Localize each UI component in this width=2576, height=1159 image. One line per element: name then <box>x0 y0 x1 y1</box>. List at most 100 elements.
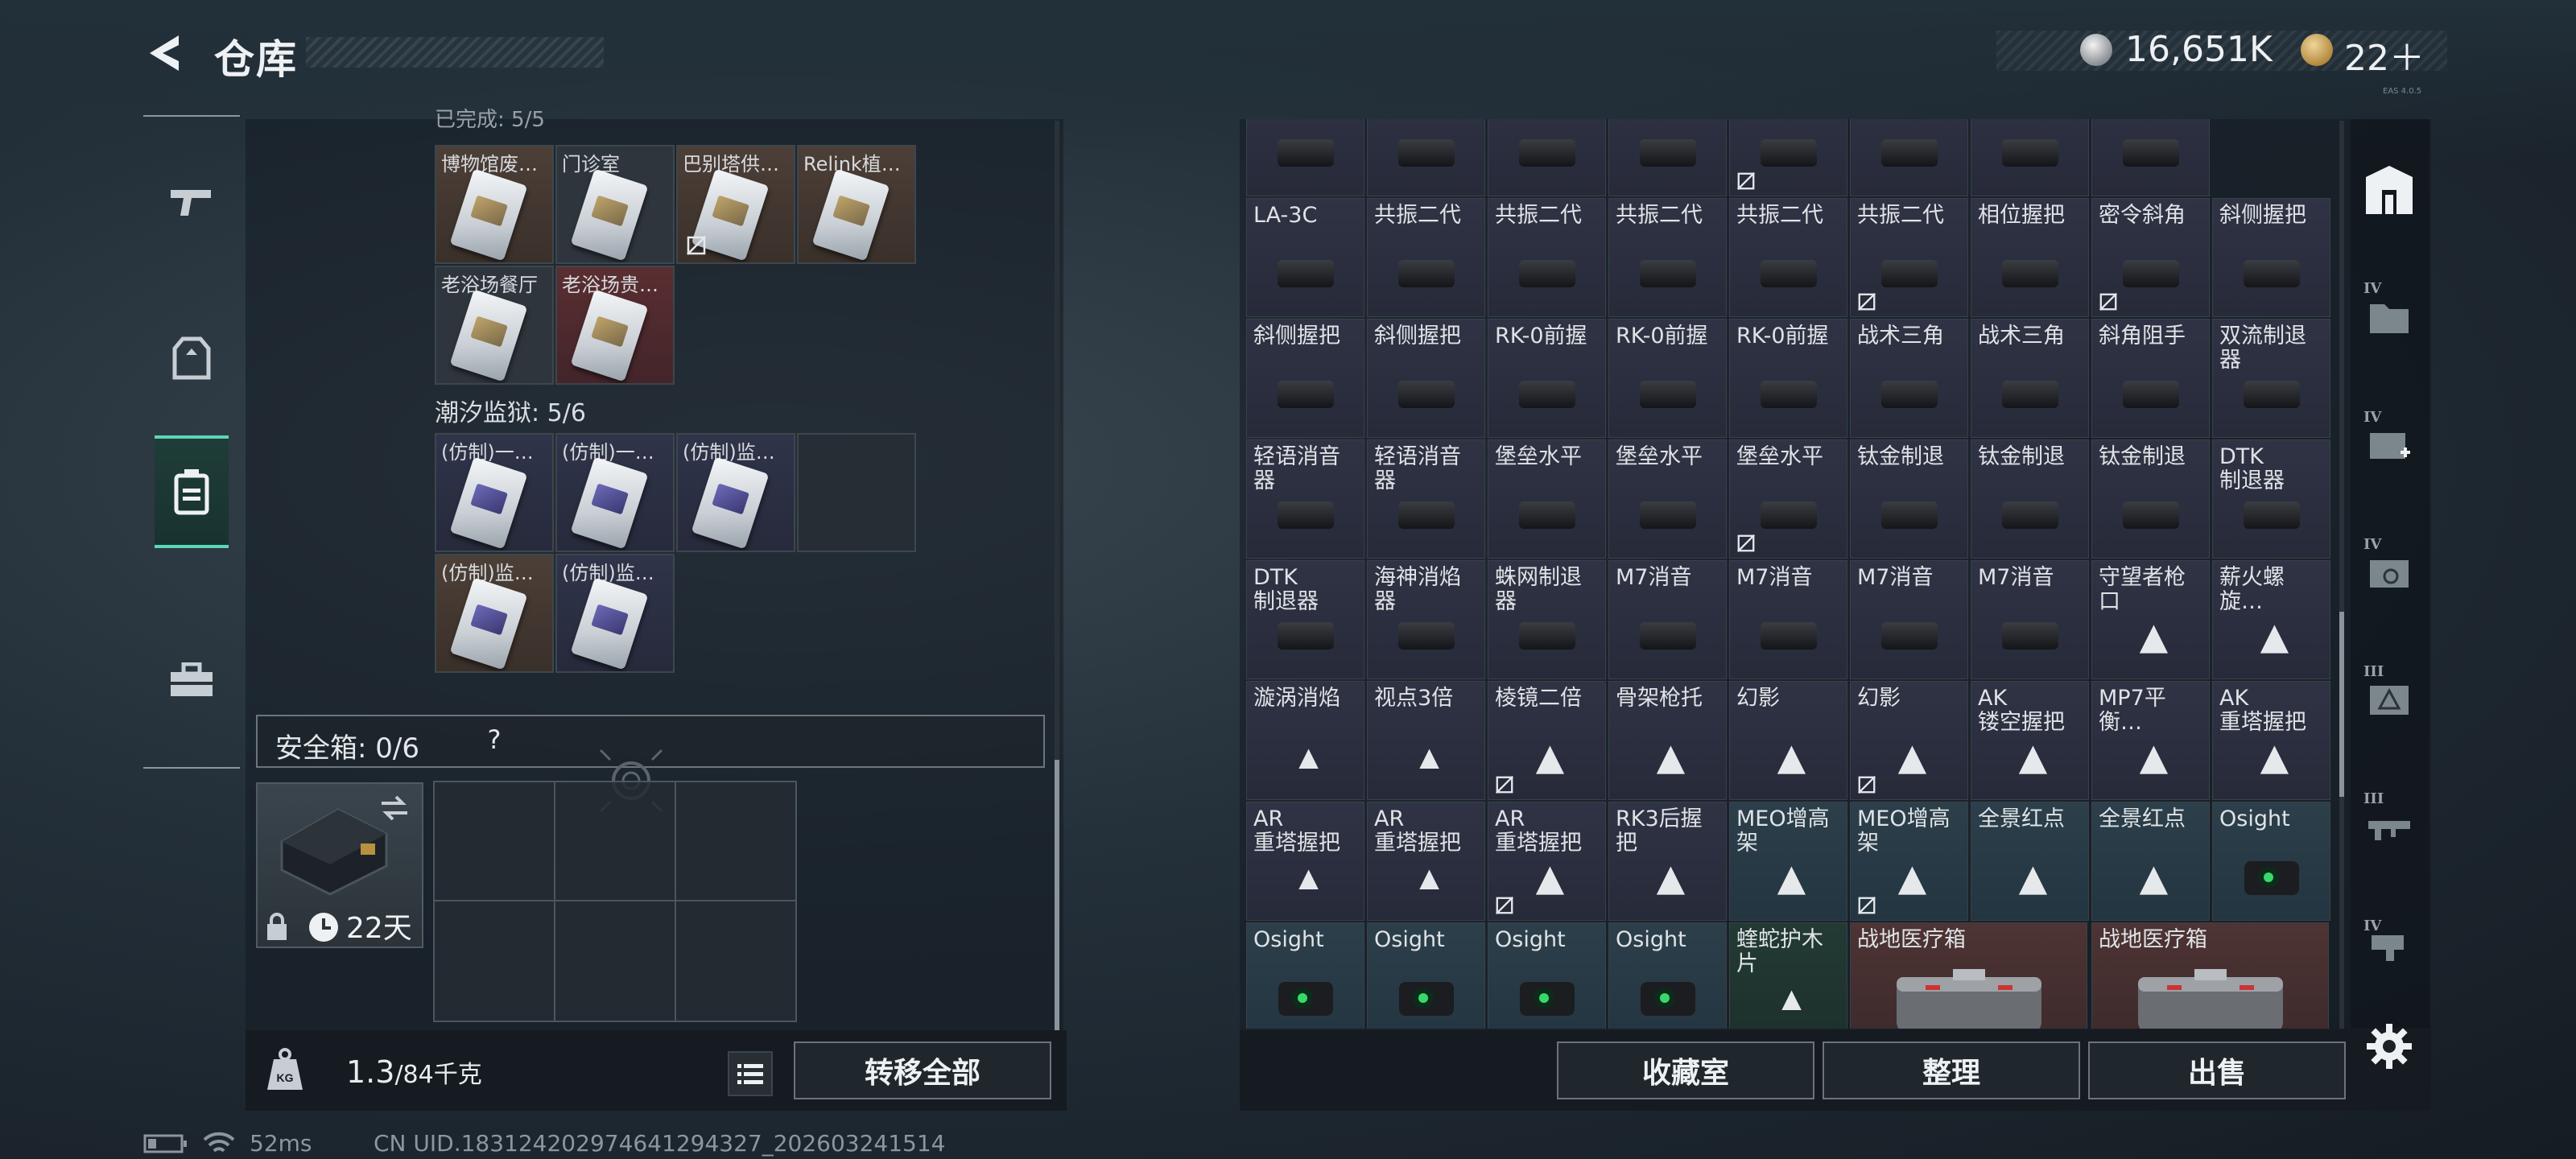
inventory-item[interactable]: 蝰蛇护木片 ▲︎ <box>1729 922 1847 1029</box>
inventory-item[interactable]: 骨架枪托 ▲︎ <box>1608 681 1727 800</box>
inventory-item[interactable] <box>1729 119 1847 196</box>
safebox-help-button[interactable]: ? <box>477 724 512 760</box>
key-card-slot[interactable]: (仿制)一… <box>555 433 675 552</box>
nav-toolbox[interactable] <box>155 624 229 736</box>
nav-armor[interactable] <box>155 302 229 415</box>
inventory-item[interactable]: 幻影 ▲︎ <box>1729 681 1847 800</box>
inventory-item[interactable]: MEO增高架 ▲︎ <box>1729 802 1847 921</box>
key-card-slot[interactable]: 门诊室 <box>555 145 675 264</box>
inventory-item[interactable]: DTK 制退器 <box>1246 560 1364 679</box>
inventory-item[interactable]: 共振二代 <box>1729 198 1847 317</box>
inventory-item[interactable]: 堡垒水平 <box>1488 439 1606 559</box>
key-card-slot[interactable]: (仿制)监… <box>676 433 795 552</box>
inventory-item[interactable]: 蛛网制退器 <box>1488 560 1606 679</box>
inventory-item[interactable]: 堡垒水平 <box>1608 439 1727 559</box>
key-card-slot[interactable]: 博物馆废… <box>435 145 554 264</box>
inventory-item[interactable]: 斜侧握把 <box>1367 319 1485 438</box>
safebox-grid[interactable] <box>433 781 797 1022</box>
inventory-item[interactable]: 薪火螺旋… ▲︎ <box>2212 560 2330 679</box>
inventory-item[interactable] <box>1850 119 1968 196</box>
inventory-item[interactable]: AR 重塔握把 ▲︎ <box>1367 802 1485 921</box>
inventory-item[interactable] <box>1971 119 2089 196</box>
inventory-item[interactable] <box>1608 119 1727 196</box>
right-scrollbar[interactable] <box>2339 121 2344 1029</box>
inventory-item[interactable]: RK-0前握 <box>1608 319 1727 438</box>
inventory-item[interactable]: 密令斜角 <box>2091 198 2210 317</box>
inventory-item[interactable]: 轻语消音器 <box>1367 439 1485 559</box>
inventory-item[interactable]: 全景红点 ▲︎ <box>1971 802 2089 921</box>
inventory-item[interactable]: 战术三角 <box>1850 319 1968 438</box>
swap-icon[interactable] <box>378 792 411 824</box>
inventory-item[interactable]: Osight <box>1488 922 1606 1029</box>
inventory-item[interactable]: M7消音 <box>1850 560 1968 679</box>
inventory-item[interactable]: Osight <box>1367 922 1485 1029</box>
inventory-item[interactable]: 钛金制退 <box>1971 439 2089 559</box>
inventory-item[interactable]: 轻语消音器 <box>1246 439 1364 559</box>
inventory-item[interactable]: LA-3C <box>1246 198 1364 317</box>
sell-button[interactable]: 出售 <box>2088 1041 2346 1099</box>
sort-button[interactable]: 整理 <box>1823 1041 2080 1099</box>
tab-storage-4[interactable]: III <box>2357 639 2421 760</box>
nav-weapons[interactable] <box>155 146 229 258</box>
inventory-item[interactable]: MP7平衡… ▲︎ <box>2091 681 2210 800</box>
key-card-slot[interactable]: (仿制)一… <box>435 433 554 552</box>
inventory-item[interactable]: M7消音 <box>1729 560 1847 679</box>
inventory-item[interactable]: 斜侧握把 <box>1246 319 1364 438</box>
key-card-slot[interactable]: 老浴场贵… <box>555 266 675 385</box>
transfer-all-button[interactable]: 转移全部 <box>794 1041 1051 1099</box>
inventory-item[interactable]: Osight <box>1246 922 1364 1029</box>
inventory-item[interactable]: 相位握把 <box>1971 198 2089 317</box>
inventory-item[interactable]: 共振二代 <box>1488 198 1606 317</box>
tab-storage-6[interactable]: IV <box>2357 893 2421 998</box>
list-view-button[interactable] <box>728 1051 773 1096</box>
inventory-item[interactable]: 双流制退器 <box>2212 319 2330 438</box>
key-card-slot[interactable]: Relink植… <box>797 145 916 264</box>
gold-amount[interactable]: 22＋ <box>2344 29 2425 80</box>
key-card-slot[interactable]: 老浴场餐厅 <box>435 266 554 385</box>
inventory-item[interactable]: RK-0前握 <box>1488 319 1606 438</box>
inventory-item[interactable]: AR 重塔握把 ▲︎ <box>1488 802 1606 921</box>
right-scroll-thumb[interactable] <box>2339 612 2344 797</box>
tab-storage-5[interactable]: III <box>2357 766 2421 887</box>
tab-storage-1[interactable]: IV <box>2357 256 2421 377</box>
inventory-item[interactable]: 斜侧握把 <box>2212 198 2330 317</box>
inventory-item[interactable] <box>2091 119 2210 196</box>
empty-slot[interactable] <box>797 433 916 552</box>
inventory-item[interactable]: AR 重塔握把 ▲︎ <box>1246 802 1364 921</box>
left-scroll-thumb[interactable] <box>1055 760 1059 1030</box>
key-card-slot[interactable]: 巴别塔供… <box>676 145 795 264</box>
inventory-item[interactable] <box>1488 119 1606 196</box>
inventory-item[interactable]: RK-0前握 <box>1729 319 1847 438</box>
nav-backpack[interactable] <box>155 435 229 548</box>
inventory-item[interactable]: AK 镂空握把 ▲︎ <box>1971 681 2089 800</box>
secure-case-item[interactable]: 22天 <box>256 782 423 948</box>
inventory-item[interactable]: 棱镜二倍 ▲︎ <box>1488 681 1606 800</box>
inventory-item[interactable]: 海神消焰器 <box>1367 560 1485 679</box>
inventory-item[interactable]: MEO增高架 ▲︎ <box>1850 802 1968 921</box>
inventory-item[interactable]: 钛金制退 <box>2091 439 2210 559</box>
inventory-item[interactable]: 全景红点 ▲︎ <box>2091 802 2210 921</box>
inventory-item[interactable] <box>1246 119 1364 196</box>
inventory-item[interactable]: 战术三角 <box>1971 319 2089 438</box>
inventory-item[interactable]: Osight <box>2212 802 2330 921</box>
collection-room-button[interactable]: 收藏室 <box>1557 1041 1814 1099</box>
tab-storage-2[interactable]: IV <box>2357 385 2421 505</box>
inventory-item[interactable]: 战地医疗箱 <box>2091 922 2329 1029</box>
back-arrow-icon[interactable] <box>143 31 188 76</box>
inventory-item[interactable]: 共振二代 <box>1608 198 1727 317</box>
inventory-item[interactable]: DTK 制退器 <box>2212 439 2330 559</box>
inventory-item[interactable]: 共振二代 <box>1367 198 1485 317</box>
inventory-item[interactable]: 钛金制退 <box>1850 439 1968 559</box>
inventory-item[interactable]: M7消音 <box>1608 560 1727 679</box>
inventory-item[interactable]: 战地医疗箱 <box>1850 922 2087 1029</box>
inventory-item[interactable]: 视点3倍 ▲︎ <box>1367 681 1485 800</box>
inventory-item[interactable]: 幻影 ▲︎ <box>1850 681 1968 800</box>
inventory-item[interactable]: M7消音 <box>1971 560 2089 679</box>
inventory-item[interactable]: 共振二代 <box>1850 198 1968 317</box>
key-card-slot[interactable]: (仿制)监… <box>435 554 554 673</box>
tab-vault[interactable] <box>2357 130 2421 251</box>
inventory-item[interactable] <box>1367 119 1485 196</box>
inventory-item[interactable]: RK3后握把 ▲︎ <box>1608 802 1727 921</box>
inventory-item[interactable]: 漩涡消焰 ▲︎ <box>1246 681 1364 800</box>
inventory-item[interactable]: 守望者枪口 ▲︎ <box>2091 560 2210 679</box>
